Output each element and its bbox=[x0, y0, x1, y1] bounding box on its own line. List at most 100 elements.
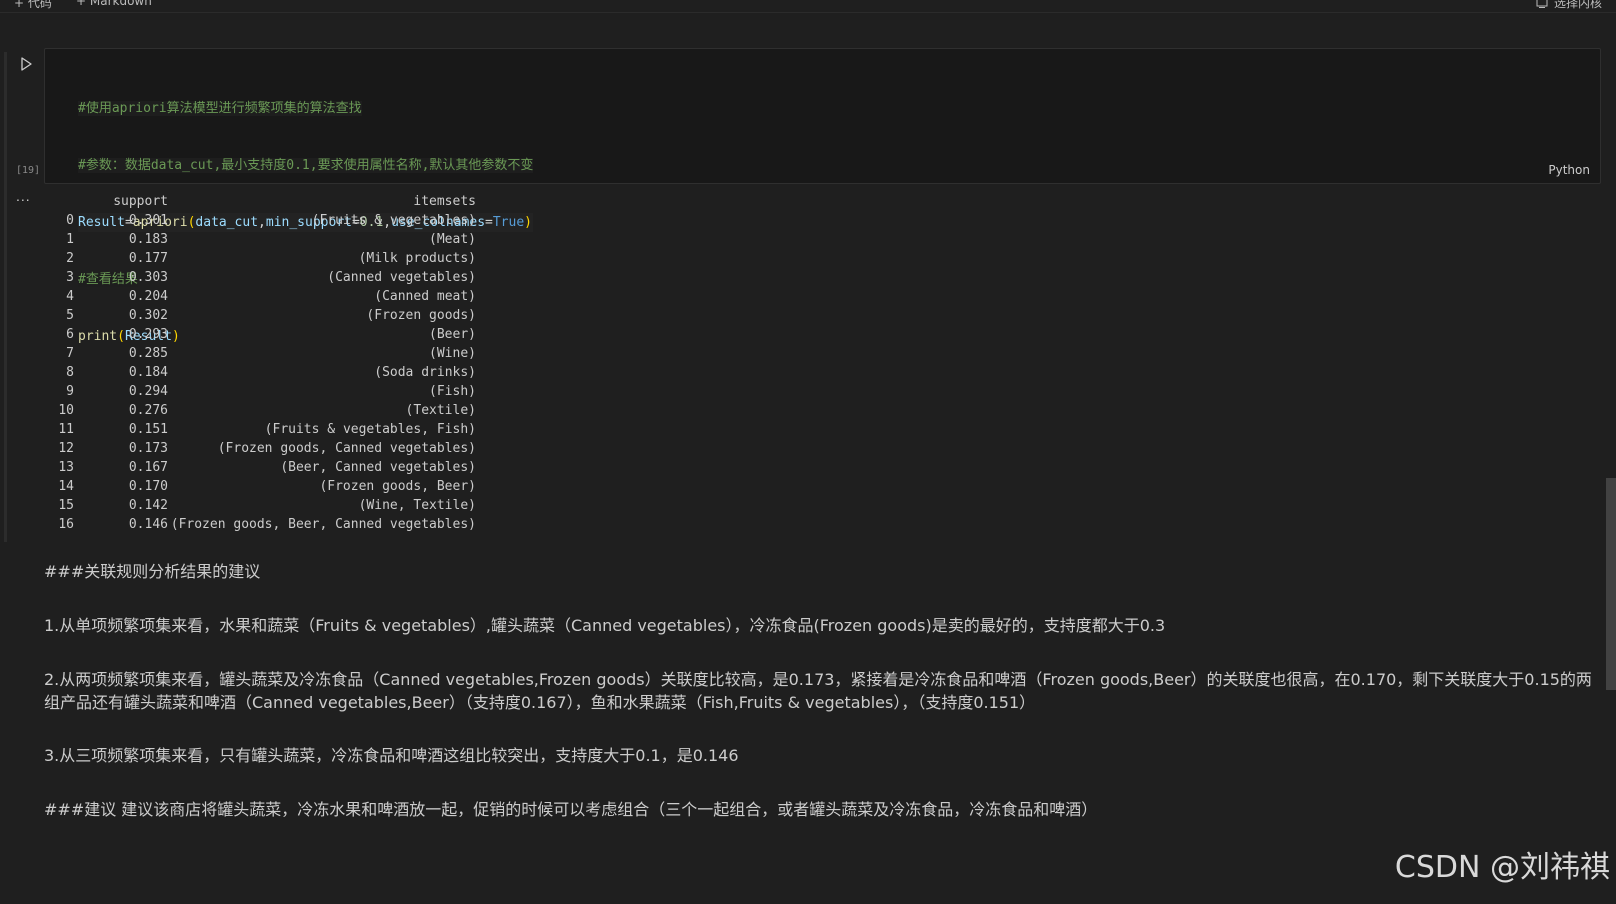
row-itemsets: (Wine) bbox=[429, 346, 476, 361]
add-code-button[interactable]: + 代码 bbox=[14, 0, 52, 11]
row-support: 0.294 bbox=[128, 384, 168, 399]
table-row: 9 0.294 (Fish) bbox=[44, 382, 476, 401]
table-rows: 0 0.301 (Fruits & vegetables) 1 0.183 (Meat) 2… bbox=[44, 211, 476, 534]
row-index: 11 bbox=[58, 422, 74, 437]
markdown-paragraph-2: 2.从两项频繁项集来看，罐头蔬菜及冷冻食品（Canned vegetables,… bbox=[44, 670, 1592, 712]
row-itemsets: (Frozen goods, Beer, Canned vegetables) bbox=[170, 517, 476, 532]
code-token: = bbox=[485, 215, 493, 230]
row-index: 1 bbox=[66, 232, 74, 247]
watermark: CSDN @刘祎祺 bbox=[1394, 850, 1610, 885]
code-cell-editor[interactable]: #使用apriori算法模型进行频繁项集的算法查找 #参数：数据data_cut… bbox=[44, 48, 1601, 344]
row-support: 0.285 bbox=[128, 346, 168, 361]
index-header bbox=[44, 192, 74, 211]
row-index: 14 bbox=[58, 479, 74, 494]
row-index: 5 bbox=[66, 308, 74, 323]
table-row: 5 0.302 (Frozen goods) bbox=[44, 306, 476, 325]
row-itemsets: (Frozen goods, Canned vegetables) bbox=[217, 441, 476, 456]
row-support: 0.301 bbox=[128, 213, 168, 228]
output-dataframe: support itemsets 0 0.301 (Fruits & vegetab… bbox=[44, 192, 476, 534]
row-support: 0.173 bbox=[128, 441, 168, 456]
table-row: 11 0.151 (Fruits & vegetables, Fish) bbox=[44, 420, 476, 439]
row-support: 0.146 bbox=[128, 517, 168, 532]
select-kernel-button[interactable]: 选择内核 bbox=[1536, 0, 1602, 11]
row-itemsets: (Canned vegetables) bbox=[327, 270, 476, 285]
row-itemsets: (Frozen goods) bbox=[366, 308, 476, 323]
row-index: 9 bbox=[66, 384, 74, 399]
row-support: 0.183 bbox=[128, 232, 168, 247]
row-itemsets: (Fruits & vegetables, Fish) bbox=[264, 422, 476, 437]
table-row: 6 0.293 (Beer) bbox=[44, 325, 476, 344]
row-itemsets: (Soda drinks) bbox=[374, 365, 476, 380]
play-icon bbox=[21, 57, 32, 71]
row-index: 4 bbox=[66, 289, 74, 304]
table-row: 0 0.301 (Fruits & vegetables) bbox=[44, 211, 476, 230]
table-header-row: support itemsets bbox=[44, 192, 476, 211]
vertical-scrollbar[interactable] bbox=[1606, 478, 1616, 690]
kernel-icon bbox=[1536, 0, 1548, 8]
row-index: 8 bbox=[66, 365, 74, 380]
table-row: 16 0.146 (Frozen goods, Beer, Canned veget… bbox=[44, 515, 476, 534]
row-support: 0.302 bbox=[128, 308, 168, 323]
code-comment: #参数：数据data_cut,最小支持度0.1,要求使用属性名称,默认其他参数不… bbox=[78, 158, 534, 173]
row-itemsets: (Textile) bbox=[405, 403, 476, 418]
row-index: 7 bbox=[66, 346, 74, 361]
row-itemsets: (Beer, Canned vegetables) bbox=[280, 460, 476, 475]
table-row: 13 0.167 (Beer, Canned vegetables) bbox=[44, 458, 476, 477]
row-index: 3 bbox=[66, 270, 74, 285]
add-markdown-button[interactable]: + Markdown bbox=[76, 0, 152, 8]
cell-language-picker[interactable]: Python bbox=[1548, 163, 1590, 177]
table-row: 4 0.204 (Canned meat) bbox=[44, 287, 476, 306]
row-index: 2 bbox=[66, 251, 74, 266]
table-row: 1 0.183 (Meat) bbox=[44, 230, 476, 249]
row-index: 15 bbox=[58, 498, 74, 513]
notebook-toolbar: + 代码 + Markdown 选择内核 bbox=[0, 0, 1616, 13]
cell-gutter bbox=[4, 52, 7, 542]
row-support: 0.177 bbox=[128, 251, 168, 266]
select-kernel-label: 选择内核 bbox=[1553, 0, 1602, 10]
row-itemsets: (Fish) bbox=[429, 384, 476, 399]
table-row: 7 0.285 (Wine) bbox=[44, 344, 476, 363]
table-row: 12 0.173 (Frozen goods, Canned vegetables) bbox=[44, 439, 476, 458]
row-itemsets: (Frozen goods, Beer) bbox=[319, 479, 476, 494]
row-index: 12 bbox=[58, 441, 74, 456]
row-index: 16 bbox=[58, 517, 74, 532]
table-row: 15 0.142 (Wine, Textile) bbox=[44, 496, 476, 515]
code-line-2: #参数：数据data_cut,最小支持度0.1,要求使用属性名称,默认其他参数不… bbox=[78, 156, 534, 175]
markdown-paragraph-3: 3.从三项频繁项集来看，只有罐头蔬菜，冷冻食品和啤酒这组比较突出，支持度大于0.… bbox=[44, 746, 739, 765]
row-itemsets: (Meat) bbox=[429, 232, 476, 247]
markdown-heading: ###关联规则分析结果的建议 bbox=[44, 562, 261, 581]
support-header: support bbox=[113, 194, 168, 209]
row-support: 0.184 bbox=[128, 365, 168, 380]
notebook-page: + 代码 + Markdown 选择内核 [19] #使用apriori算法模型… bbox=[0, 0, 1616, 904]
row-index: 6 bbox=[66, 327, 74, 342]
code-token: True bbox=[492, 215, 525, 230]
output-actions-button[interactable]: ... bbox=[16, 188, 31, 204]
row-itemsets: (Milk products) bbox=[358, 251, 476, 266]
row-index: 10 bbox=[58, 403, 74, 418]
row-index: 0 bbox=[66, 213, 74, 228]
code-token: ) bbox=[524, 215, 532, 230]
row-support: 0.204 bbox=[128, 289, 168, 304]
code-comment: #使用apriori算法模型进行频繁项集的算法查找 bbox=[78, 101, 362, 116]
run-cell-button[interactable] bbox=[18, 56, 34, 72]
row-itemsets: (Fruits & vegetables) bbox=[311, 213, 476, 228]
markdown-paragraph-4: ###建议 建议该商店将罐头蔬菜，冷冻水果和啤酒放一起，促销的时候可以考虑组合（… bbox=[44, 800, 1098, 819]
table-row: 10 0.276 (Textile) bbox=[44, 401, 476, 420]
table-row: 14 0.170 (Frozen goods, Beer) bbox=[44, 477, 476, 496]
row-itemsets: (Beer) bbox=[429, 327, 476, 342]
execution-count: [19] bbox=[16, 165, 41, 176]
row-support: 0.167 bbox=[128, 460, 168, 475]
markdown-paragraph-1: 1.从单项频繁项集来看，水果和蔬菜（Fruits & vegetables）,罐… bbox=[44, 616, 1166, 635]
itemsets-header: itemsets bbox=[413, 194, 476, 209]
row-support: 0.303 bbox=[128, 270, 168, 285]
row-index: 13 bbox=[58, 460, 74, 475]
row-itemsets: (Canned meat) bbox=[374, 289, 476, 304]
row-support: 0.276 bbox=[128, 403, 168, 418]
row-support: 0.142 bbox=[128, 498, 168, 513]
row-itemsets: (Wine, Textile) bbox=[358, 498, 476, 513]
table-row: 2 0.177 (Milk products) bbox=[44, 249, 476, 268]
table-row: 8 0.184 (Soda drinks) bbox=[44, 363, 476, 382]
table-row: 3 0.303 (Canned vegetables) bbox=[44, 268, 476, 287]
row-support: 0.293 bbox=[128, 327, 168, 342]
code-line-1: #使用apriori算法模型进行频繁项集的算法查找 bbox=[78, 99, 533, 118]
